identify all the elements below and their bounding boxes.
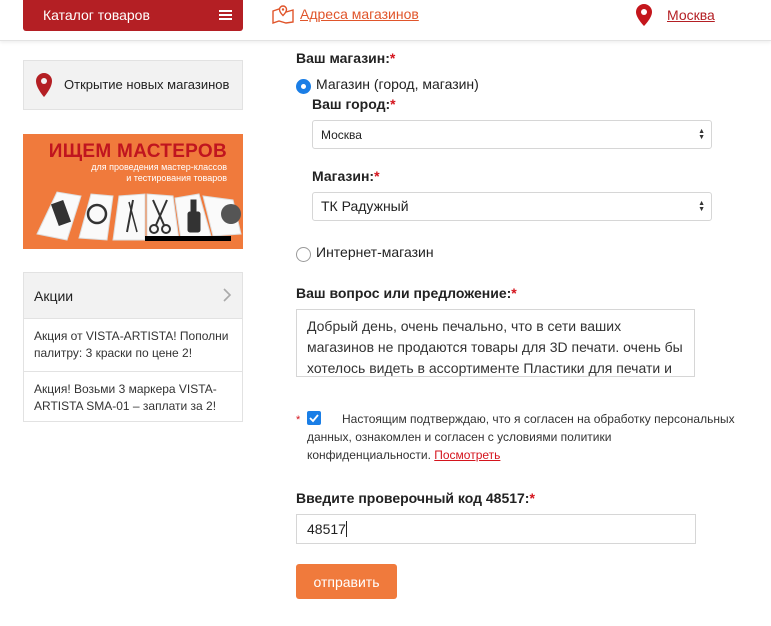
code-label: Введите проверочный код 48517:* (296, 490, 535, 506)
select-arrows-icon: ▲ ▼ (698, 128, 705, 141)
store-label: Ваш магазин:* (296, 50, 396, 66)
text-caret (345, 521, 347, 537)
new-stores-link[interactable]: Открытие новых магазинов (23, 60, 243, 110)
consent-view-link[interactable]: Посмотреть (434, 448, 500, 462)
consent-block: * Настоящим подтверждаю, что я согласен … (296, 410, 736, 464)
question-label: Ваш вопрос или предложение:* (296, 285, 517, 301)
store-radio[interactable] (296, 79, 311, 94)
location-pin-icon (36, 73, 52, 97)
stores-address-link[interactable]: Адреса магазинов (300, 6, 419, 22)
check-icon (309, 414, 319, 423)
craft-tools-illustration (36, 191, 242, 241)
consent-checkbox[interactable] (307, 411, 321, 425)
promotion-item[interactable]: Акция! Возьми 3 маркера VISTA-ARTISTA SM… (24, 371, 242, 424)
menu-icon (219, 10, 232, 20)
promotions-header[interactable]: Акции (24, 273, 242, 319)
shop-select[interactable]: ТК Радужный ▲ ▼ (312, 192, 712, 221)
top-bar: Каталог товаров Адреса магазинов Москва (0, 0, 771, 41)
question-textarea[interactable]: Добрый день, очень печально, что в сети … (296, 309, 695, 377)
city-selector[interactable]: Москва (635, 3, 715, 27)
stores-address-link-group[interactable]: Адреса магазинов (272, 3, 419, 25)
catalog-button[interactable]: Каталог товаров (23, 0, 243, 31)
required-mark: * (296, 414, 301, 426)
location-pin-icon (636, 4, 652, 26)
select-arrows-icon: ▲ ▼ (698, 200, 705, 213)
online-store-radio-label: Интернет-магазин (316, 244, 434, 260)
masters-banner[interactable]: ИЩЕМ МАСТЕРОВ для проведения мастер-клас… (23, 134, 243, 249)
city-link[interactable]: Москва (667, 7, 715, 23)
catalog-button-label: Каталог товаров (43, 7, 150, 23)
store-radio-label: Магазин (город, магазин) (316, 76, 479, 92)
consent-text: Настоящим подтверждаю, что я согласен на… (307, 412, 735, 462)
online-store-radio[interactable] (296, 247, 311, 262)
banner-title: ИЩЕМ МАСТЕРОВ (48, 141, 227, 162)
map-icon (272, 5, 294, 24)
promotions-box: Акции Акция от VISTA-ARTISTA! Пополни па… (23, 272, 243, 422)
captcha-input[interactable]: 48517 (296, 514, 696, 544)
submit-button[interactable]: отправить (296, 564, 397, 599)
city-select[interactable]: Москва ▲ ▼ (312, 120, 712, 149)
promotion-item[interactable]: Акция от VISTA-ARTISTA! Пополни палитру:… (24, 319, 242, 371)
new-stores-label: Открытие новых магазинов (64, 77, 230, 92)
shop-label: Магазин:* (312, 168, 380, 184)
chevron-right-icon (223, 288, 232, 302)
city-label: Ваш город:* (312, 96, 396, 112)
